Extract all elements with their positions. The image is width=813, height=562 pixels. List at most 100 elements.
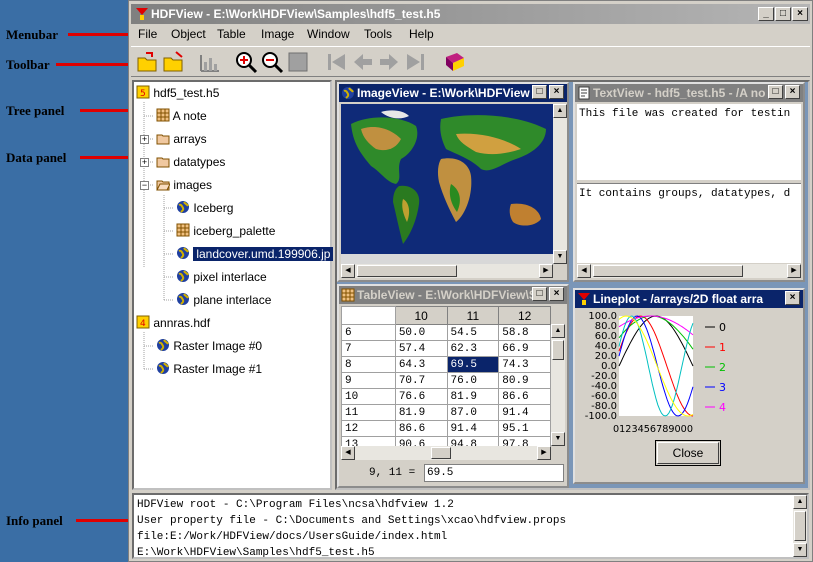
scroll-down-arrow-icon[interactable]: ▼ bbox=[551, 432, 565, 446]
table-cell[interactable]: 70.7 bbox=[394, 372, 448, 389]
tree-item-pixel-interlace[interactable]: pixel interlace bbox=[176, 268, 267, 286]
table-cell[interactable]: 81.9 bbox=[394, 404, 448, 421]
table-cell[interactable]: 95.1 bbox=[498, 420, 551, 437]
collapse-images-button[interactable]: − bbox=[140, 181, 149, 190]
next-icon[interactable] bbox=[377, 50, 401, 74]
tree-item-raster1[interactable]: Raster Image #1 bbox=[156, 360, 262, 378]
table-cell[interactable]: 64.3 bbox=[394, 356, 448, 373]
table-cell[interactable]: 74.3 bbox=[498, 356, 551, 373]
show-icon[interactable] bbox=[286, 50, 310, 74]
chart-icon[interactable] bbox=[198, 50, 222, 74]
info-panel[interactable]: HDFView root - C:\Program Files\ncsa\hdf… bbox=[132, 493, 809, 559]
table-cell[interactable]: 94.8 bbox=[446, 436, 500, 446]
tree-item-iceberg-palette[interactable]: iceberg_palette bbox=[176, 222, 275, 240]
tree-item-landcover[interactable]: landcover.umd.199906.jp bbox=[176, 245, 334, 263]
tree-group-images[interactable]: images bbox=[156, 176, 212, 194]
table-cell[interactable]: 87.0 bbox=[446, 404, 500, 421]
table-cell[interactable]: 66.9 bbox=[498, 340, 551, 357]
tableview-v-scrollbar[interactable]: ▲ ▼ bbox=[551, 324, 565, 446]
table-cell[interactable]: 57.4 bbox=[394, 340, 448, 357]
open-icon[interactable] bbox=[136, 50, 160, 74]
table-cell-selected[interactable]: 69.5 bbox=[446, 356, 500, 373]
row-header[interactable]: 9 bbox=[341, 372, 396, 389]
close-file-icon[interactable] bbox=[162, 50, 186, 74]
textview-maximize-button[interactable]: □ bbox=[768, 85, 783, 99]
textview-close-button[interactable]: × bbox=[785, 85, 800, 99]
row-header[interactable]: 13 bbox=[341, 436, 396, 446]
table-cell[interactable]: 76.0 bbox=[446, 372, 500, 389]
menu-help[interactable]: Help bbox=[409, 27, 434, 41]
scroll-left-arrow-icon[interactable]: ◀ bbox=[577, 264, 591, 278]
lineplot-close-button[interactable]: × bbox=[785, 291, 800, 305]
column-header[interactable]: 10 bbox=[394, 306, 448, 325]
imageview-v-scrollbar[interactable]: ▲ ▼ bbox=[553, 104, 567, 264]
column-header[interactable]: 11 bbox=[446, 306, 500, 325]
row-header[interactable]: 11 bbox=[341, 404, 396, 421]
tree-file-annras[interactable]: 4 annras.hdf bbox=[136, 314, 210, 332]
table-cell[interactable]: 81.9 bbox=[446, 388, 500, 405]
close-button[interactable]: × bbox=[792, 7, 808, 21]
row-header[interactable]: 12 bbox=[341, 420, 396, 437]
row-header[interactable]: 7 bbox=[341, 340, 396, 357]
imageview-h-scrollbar[interactable]: ◀ ▶ bbox=[341, 264, 553, 278]
table-cell[interactable]: 50.0 bbox=[394, 324, 448, 341]
world-map-image[interactable] bbox=[341, 104, 553, 264]
menu-tools[interactable]: Tools bbox=[364, 27, 392, 41]
maximize-button[interactable]: □ bbox=[775, 7, 791, 21]
tree-item-raster0[interactable]: Raster Image #0 bbox=[156, 337, 262, 355]
imageview-maximize-button[interactable]: □ bbox=[532, 85, 547, 99]
table-cell[interactable]: 91.4 bbox=[498, 404, 551, 421]
menu-table[interactable]: Table bbox=[217, 27, 246, 41]
menu-window[interactable]: Window bbox=[307, 27, 350, 41]
tableview-close-button[interactable]: × bbox=[549, 287, 564, 301]
table-cell[interactable]: 97.8 bbox=[498, 436, 551, 446]
scroll-thumb[interactable] bbox=[357, 265, 457, 277]
table-cell[interactable]: 90.6 bbox=[394, 436, 448, 446]
menu-image[interactable]: Image bbox=[261, 27, 294, 41]
scroll-thumb[interactable] bbox=[593, 265, 743, 277]
table-cell[interactable]: 58.8 bbox=[498, 324, 551, 341]
scroll-thumb[interactable] bbox=[552, 340, 564, 360]
scroll-left-arrow-icon[interactable]: ◀ bbox=[341, 446, 355, 460]
previous-icon[interactable] bbox=[351, 50, 375, 74]
tableview-maximize-button[interactable]: □ bbox=[532, 287, 547, 301]
tableview-titlebar[interactable]: TableView - E:\Work\HDFView\S □ × bbox=[339, 286, 567, 304]
scroll-down-arrow-icon[interactable]: ▼ bbox=[793, 543, 807, 557]
menu-object[interactable]: Object bbox=[171, 27, 206, 41]
scroll-left-arrow-icon[interactable]: ◀ bbox=[341, 264, 355, 278]
scroll-down-arrow-icon[interactable]: ▼ bbox=[553, 250, 567, 264]
textview-text-area-1[interactable]: This file was created for testin bbox=[577, 104, 801, 180]
zoom-in-icon[interactable] bbox=[234, 50, 258, 74]
scroll-up-arrow-icon[interactable]: ▲ bbox=[793, 495, 807, 509]
scroll-thumb[interactable] bbox=[794, 511, 806, 541]
scroll-right-arrow-icon[interactable]: ▶ bbox=[787, 264, 801, 278]
first-icon[interactable] bbox=[325, 50, 349, 74]
scroll-right-arrow-icon[interactable]: ▶ bbox=[539, 264, 553, 278]
table-cell[interactable]: 91.4 bbox=[446, 420, 500, 437]
column-header[interactable]: 12 bbox=[498, 306, 551, 325]
row-header[interactable]: 8 bbox=[341, 356, 396, 373]
textview-h-scrollbar[interactable]: ◀ ▶ bbox=[577, 264, 801, 278]
table-cell[interactable]: 54.5 bbox=[446, 324, 500, 341]
table-cell[interactable]: 62.3 bbox=[446, 340, 500, 357]
menu-file[interactable]: File bbox=[138, 27, 157, 41]
table-cell[interactable]: 76.6 bbox=[394, 388, 448, 405]
table-cell[interactable]: 86.6 bbox=[498, 388, 551, 405]
info-v-scrollbar[interactable]: ▲ ▼ bbox=[793, 495, 807, 557]
expand-datatypes-button[interactable]: + bbox=[140, 158, 149, 167]
scroll-up-arrow-icon[interactable]: ▲ bbox=[553, 104, 567, 118]
table-cell[interactable]: 86.6 bbox=[394, 420, 448, 437]
scroll-thumb[interactable] bbox=[431, 447, 451, 459]
scroll-right-arrow-icon[interactable]: ▶ bbox=[537, 446, 551, 460]
close-plot-button[interactable]: Close bbox=[655, 440, 721, 466]
help-book-icon[interactable] bbox=[443, 50, 467, 74]
tree-group-datatypes[interactable]: datatypes bbox=[156, 153, 225, 171]
minimize-button[interactable]: _ bbox=[758, 7, 774, 21]
lineplot-titlebar[interactable]: Lineplot - /arrays/2D float arra × bbox=[575, 290, 803, 308]
textview-text-area-2[interactable]: It contains groups, datatypes, d bbox=[577, 183, 801, 263]
imageview-titlebar[interactable]: ImageView - E:\Work\HDFView □ × bbox=[339, 84, 567, 102]
tree-item-plane-interlace[interactable]: plane interlace bbox=[176, 291, 271, 309]
table-cell[interactable]: 80.9 bbox=[498, 372, 551, 389]
row-header[interactable]: 6 bbox=[341, 324, 396, 341]
textview-titlebar[interactable]: TextView - hdf5_test.h5 - /A no □ × bbox=[575, 84, 803, 102]
